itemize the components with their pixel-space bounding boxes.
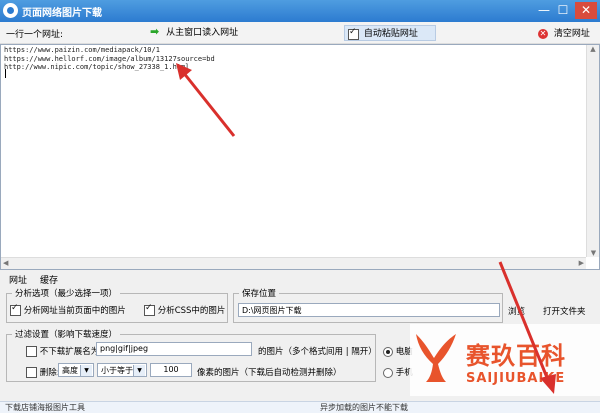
analyze-css-checkbox[interactable]: 分析CSS中的图片 <box>144 303 226 316</box>
compare-select[interactable]: 小于等于 ▼ <box>97 363 147 377</box>
dimension-value: 高度 <box>62 366 78 375</box>
read-from-main-label: 从主窗口读入网址 <box>166 28 239 38</box>
close-button[interactable]: ✕ <box>575 2 597 19</box>
analyze-page-checkbox[interactable]: 分析网址当前页面中的图片 <box>10 303 126 316</box>
analyze-page-label: 分析网址当前页面中的图片 <box>23 306 126 316</box>
green-arrow-icon: ➡ <box>150 25 160 38</box>
skip-ext-label: 不下载扩展名为: <box>39 347 103 357</box>
clear-urls-button[interactable]: ✕ 清空网址 <box>538 26 590 39</box>
title-bar: 页面网络图片下载 — ☐ ✕ <box>0 0 600 22</box>
read-from-main-button[interactable]: ➡ 从主窗口读入网址 <box>150 25 238 38</box>
checkbox-icon <box>26 367 37 378</box>
radio-icon <box>383 367 393 378</box>
horizontal-scrollbar[interactable]: ◀ ▶ <box>1 257 586 269</box>
scroll-down-icon[interactable]: ▼ <box>587 249 600 257</box>
scroll-up-icon[interactable]: ▲ <box>587 45 599 53</box>
browse-button[interactable]: 浏览 <box>508 305 525 317</box>
filter-settings-title: 过滤设置（影响下载速度） <box>12 328 121 340</box>
app-icon <box>3 3 18 18</box>
clear-urls-label: 清空网址 <box>553 29 590 39</box>
url-line: https://www.hellorf.com/image/album/1312… <box>4 55 215 63</box>
mode-pc-radio[interactable]: 电脑 <box>383 345 413 357</box>
status-left-text: 下载店铺海报图片工具 <box>5 403 85 412</box>
scroll-left-icon[interactable]: ◀ <box>3 259 8 267</box>
whale-tail-logo-icon <box>416 334 456 382</box>
url-line: http://www.nipic.com/topic/show_27338_1.… <box>4 63 190 71</box>
pixel-size-input[interactable]: 100 <box>150 363 192 377</box>
window-title: 页面网络图片下载 <box>22 8 102 19</box>
vertical-scrollbar[interactable]: ▲ ▼ <box>586 45 599 257</box>
chevron-down-icon: ▼ <box>133 365 145 376</box>
delete-checkbox[interactable]: 删除: <box>26 366 60 378</box>
status-center-text: 异步加载的图片不能下载 <box>320 403 408 412</box>
open-folder-button[interactable]: 打开文件夹 <box>543 305 586 317</box>
url-line: https://www.paizin.com/mediapack/10/1 <box>4 46 160 54</box>
status-bar: 下载店铺海报图片工具 异步加载的图片不能下载 <box>0 401 600 413</box>
skip-ext-input[interactable]: png|gif|jpeg <box>96 342 252 356</box>
analyze-css-label: 分析CSS中的图片 <box>157 306 226 316</box>
watermark-en-text: SAIJIUBAIKE <box>466 371 566 386</box>
check-icon <box>144 303 155 316</box>
toolbar: 一行一个网址: ➡ 从主窗口读入网址 自动粘贴网址 ✕ 清空网址 <box>0 22 600 44</box>
autopaste-check-icon <box>348 27 359 40</box>
tab-cache[interactable]: 缓存 <box>40 273 58 286</box>
delete-label: 删除: <box>39 368 60 378</box>
watermark-cn-text: 赛玖百科 <box>466 342 566 370</box>
compare-value: 小于等于 <box>101 366 133 375</box>
radio-icon <box>383 346 393 357</box>
mode-phone-radio[interactable]: 手机 <box>383 366 413 378</box>
minimize-button[interactable]: — <box>535 2 553 19</box>
tab-url[interactable]: 网址 <box>9 273 27 286</box>
check-icon <box>10 303 21 316</box>
dimension-select[interactable]: 高度 ▼ <box>58 363 94 377</box>
checkbox-icon <box>26 346 37 357</box>
maximize-button[interactable]: ☐ <box>554 2 572 19</box>
skip-ext-hint: 的图片（多个格式间用 | 隔开） <box>258 347 377 357</box>
scroll-right-icon[interactable]: ▶ <box>579 259 584 267</box>
url-textarea[interactable] <box>0 44 600 270</box>
clear-icon: ✕ <box>538 28 548 39</box>
save-location-title: 保存位置 <box>239 287 280 299</box>
save-path-input[interactable]: D:\网页图片下载 <box>238 303 500 317</box>
analyze-options-title: 分析选项（最少选择一项） <box>12 287 121 299</box>
autopaste-checkbox[interactable]: 自动粘贴网址 <box>344 25 436 41</box>
autopaste-label: 自动粘贴网址 <box>363 29 418 39</box>
url-hint-label: 一行一个网址: <box>6 30 64 40</box>
text-caret <box>5 69 6 78</box>
skip-ext-checkbox[interactable]: 不下载扩展名为: <box>26 345 102 357</box>
chevron-down-icon: ▼ <box>80 365 92 376</box>
pixel-size-hint: 像素的图片（下载后自动检测并删除） <box>197 368 342 378</box>
